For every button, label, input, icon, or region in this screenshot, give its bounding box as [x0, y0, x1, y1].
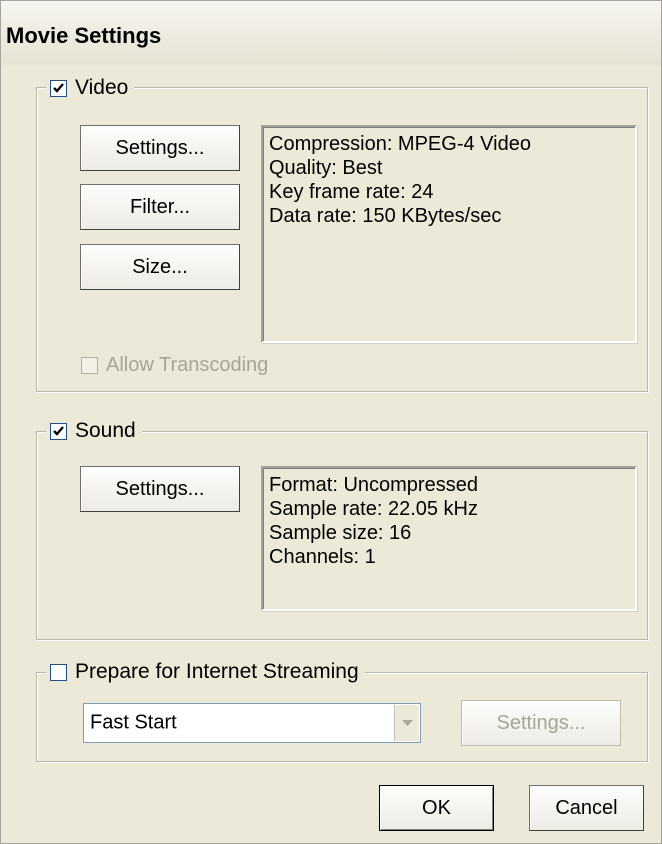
- streaming-mode-dropdown[interactable]: Fast Start: [83, 703, 421, 743]
- sound-settings-button[interactable]: Settings...: [80, 466, 240, 512]
- video-keyframe-text: Key frame rate: 24: [269, 181, 434, 203]
- allow-transcoding-label: Allow Transcoding: [106, 354, 269, 376]
- allow-transcoding-row[interactable]: Allow Transcoding: [81, 354, 268, 377]
- allow-transcoding-checkbox[interactable]: [81, 357, 98, 374]
- cancel-button[interactable]: Cancel: [529, 785, 644, 831]
- movie-settings-dialog: Movie Settings Video Settings... Filter.…: [0, 0, 662, 844]
- sound-samplerate-text: Sample rate: 22.05 kHz: [269, 498, 478, 520]
- video-filter-button[interactable]: Filter...: [80, 184, 240, 230]
- dropdown-arrow-button[interactable]: [394, 705, 419, 741]
- ok-button[interactable]: OK: [379, 785, 494, 831]
- video-label: Video: [75, 76, 129, 99]
- sound-label: Sound: [75, 419, 136, 442]
- window-title: Movie Settings: [6, 23, 162, 48]
- video-checkbox[interactable]: [50, 79, 67, 97]
- video-datarate-text: Data rate: 150 KBytes/sec: [269, 205, 502, 227]
- streaming-mode-selected: Fast Start: [90, 711, 177, 734]
- checkmark-icon: [53, 426, 64, 436]
- streaming-checkbox[interactable]: [50, 663, 67, 681]
- sound-samplesize-text: Sample size: 16: [269, 522, 412, 544]
- video-checkbox-row[interactable]: Video: [46, 74, 135, 102]
- streaming-settings-button[interactable]: Settings...: [461, 700, 621, 746]
- video-compression-text: Compression: MPEG-4 Video: [269, 133, 531, 155]
- sound-channels-text: Channels: 1: [269, 546, 376, 568]
- sound-checkbox[interactable]: [50, 422, 67, 440]
- checkmark-icon: [53, 83, 64, 93]
- sound-format-text: Format: Uncompressed: [269, 474, 478, 496]
- sound-checkbox-row[interactable]: Sound: [46, 417, 142, 445]
- chevron-down-icon: [401, 719, 413, 726]
- streaming-checkbox-row[interactable]: Prepare for Internet Streaming: [46, 658, 365, 686]
- sound-info-box: Format: Uncompressed Sample rate: 22.05 …: [261, 466, 637, 611]
- video-quality-text: Quality: Best: [269, 157, 383, 179]
- title-bar: Movie Settings: [1, 1, 661, 65]
- streaming-label: Prepare for Internet Streaming: [75, 660, 359, 683]
- video-size-button[interactable]: Size...: [80, 244, 240, 290]
- video-info-box: Compression: MPEG-4 Video Quality: Best …: [261, 125, 637, 343]
- video-settings-button[interactable]: Settings...: [80, 125, 240, 171]
